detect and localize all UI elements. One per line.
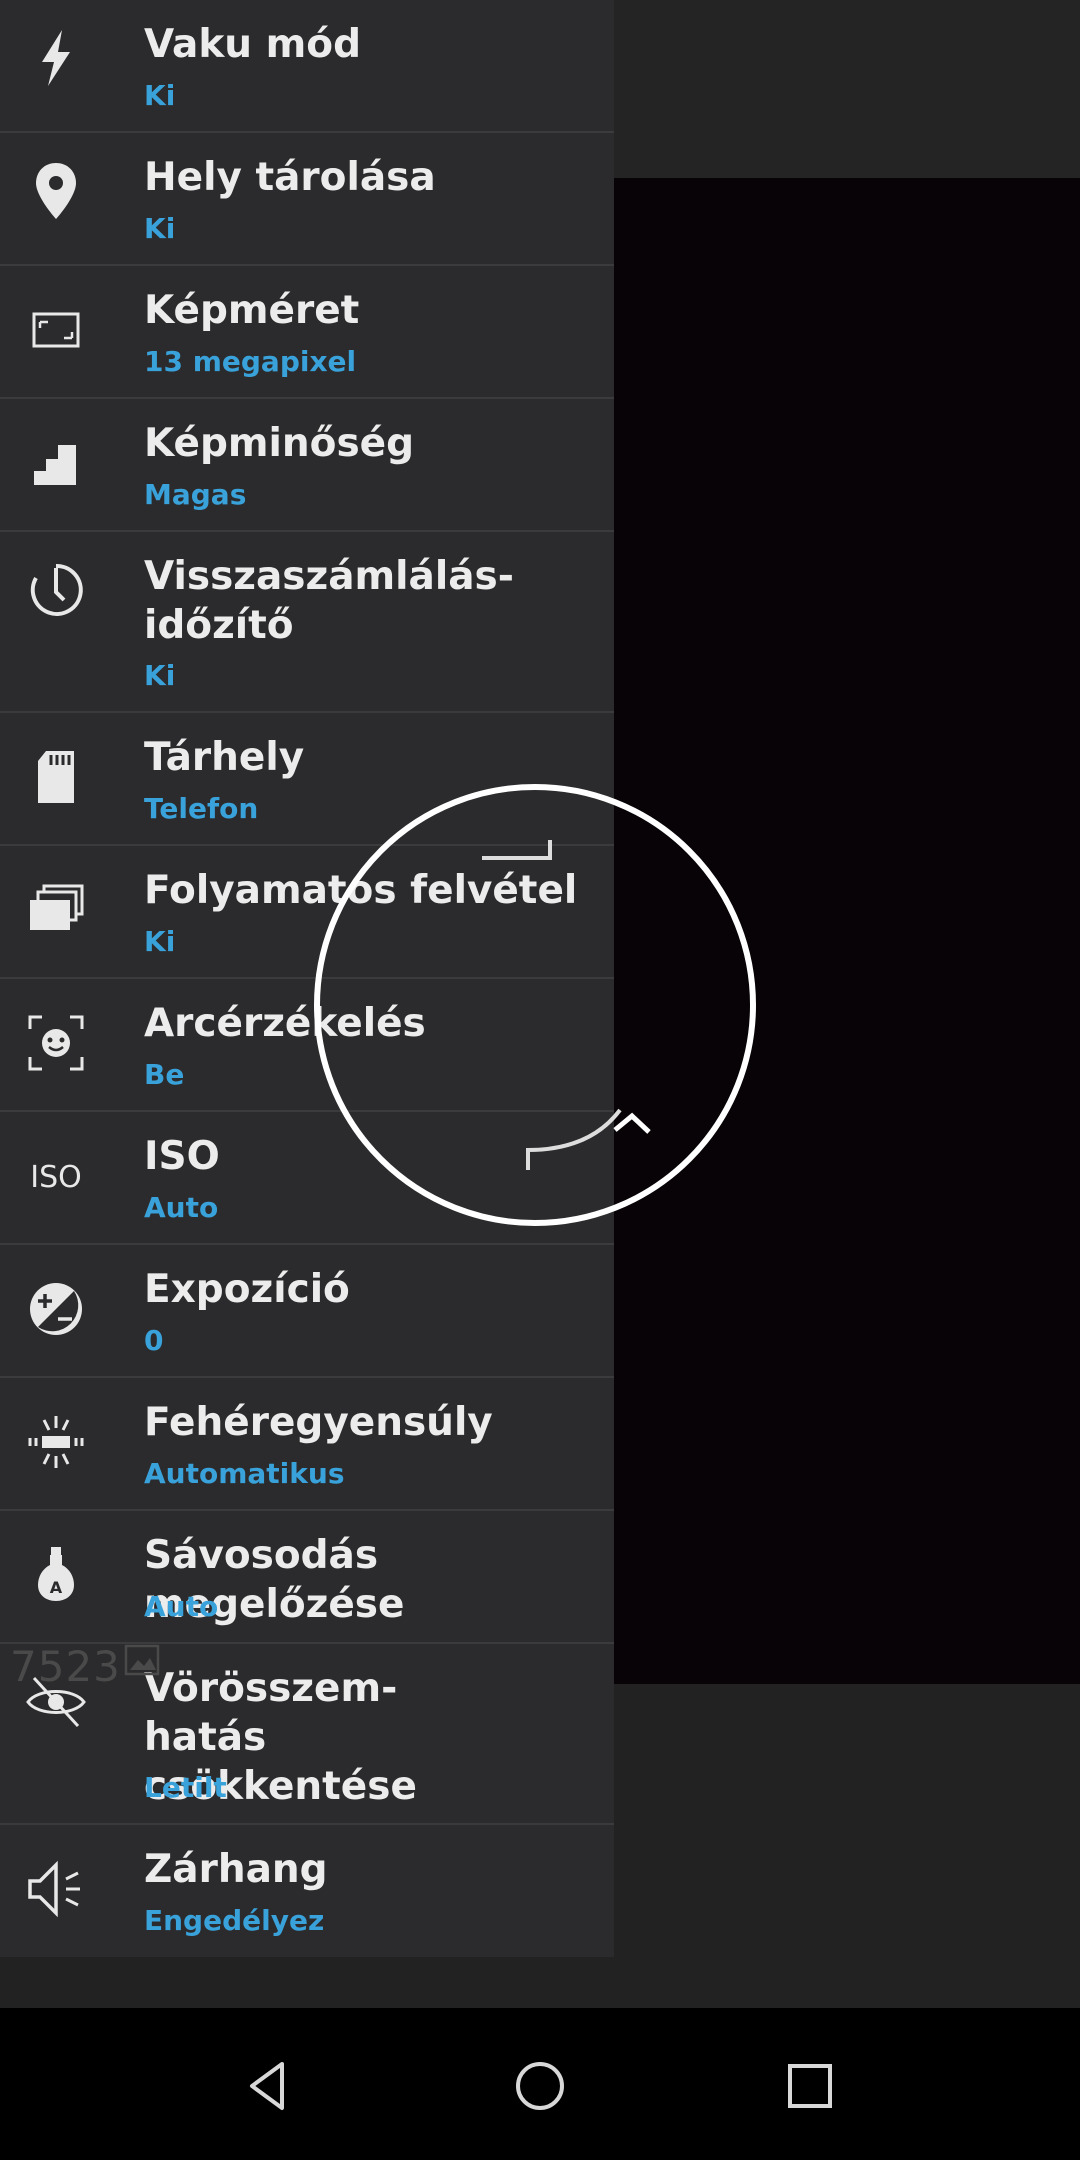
setting-title: Fehéregyensúly [144,1400,493,1445]
home-icon [516,2062,564,2110]
setting-title: Zárhang [144,1847,328,1892]
setting-value: 13 megapixel [144,345,357,378]
setting-value: Ki [144,925,176,958]
white-balance-icon [20,1406,92,1478]
setting-value: Automatikus [144,1457,345,1490]
sd-card-icon [20,741,92,813]
setting-value: Ki [144,212,176,245]
setting-title: Vaku mód [144,22,361,67]
home-button[interactable] [500,2046,580,2126]
setting-value: Be [144,1058,185,1091]
setting-title: Expozíció [144,1267,350,1312]
setting-store-location[interactable]: Hely tárolása Ki [0,133,614,266]
setting-countdown-timer[interactable]: Visszaszámlálás-időzítő Ki [0,532,614,713]
watermark-text: 7523 [10,1642,121,1691]
shutter-sound-icon [20,1853,92,1925]
svg-text:A: A [50,1578,63,1597]
setting-title: Hely tárolása [144,155,436,200]
setting-title: Tárhely [144,735,305,780]
setting-value: Ki [144,659,176,692]
setting-title: Képméret [144,288,360,333]
setting-title: ISO [144,1134,220,1179]
setting-value: Letilt [144,1771,227,1804]
setting-face-detection[interactable]: Arcérzékelés Be [0,979,614,1112]
setting-value: Telefon [144,792,259,825]
setting-iso[interactable]: ISO ISO Auto [0,1112,614,1245]
antibanding-bulb-icon: A [20,1539,92,1611]
setting-title: Képminőség [144,421,415,466]
face-detection-icon [20,1007,92,1079]
setting-picture-size[interactable]: Képméret 13 megapixel [0,266,614,399]
location-pin-icon [20,155,92,227]
setting-value: 0 [144,1324,164,1357]
flash-icon [20,22,92,94]
setting-white-balance[interactable]: Fehéregyensúly Automatikus [0,1378,614,1511]
setting-title: Arcérzékelés [144,1001,426,1046]
picture-size-icon [20,294,92,366]
back-button[interactable] [230,2046,310,2126]
iso-icon: ISO [20,1140,92,1212]
setting-exposure[interactable]: Expozíció 0 [0,1245,614,1378]
exposure-icon [20,1273,92,1345]
continuous-shot-icon [20,874,92,946]
setting-storage[interactable]: Tárhely Telefon [0,713,614,846]
setting-value: Magas [144,478,247,511]
setting-picture-quality[interactable]: Képminőség Magas [0,399,614,532]
gallery-thumbnail-icon [124,1644,160,1676]
back-icon [250,2062,284,2110]
setting-title: Folyamatos felvétel [144,868,578,913]
recents-icon [788,2064,832,2108]
setting-value: Auto [144,1590,219,1623]
recents-button[interactable] [770,2046,850,2126]
setting-shutter-sound[interactable]: Zárhang Engedélyez [0,1825,614,1957]
setting-flash-mode[interactable]: Vaku mód Ki [0,0,614,133]
setting-value: Engedélyez [144,1904,325,1937]
setting-value: Auto [144,1191,219,1224]
countdown-timer-icon [20,554,92,626]
iso-icon-text: ISO [30,1160,82,1195]
setting-title: Visszaszámlálás-időzítő [144,554,514,648]
setting-value: Ki [144,79,176,112]
system-nav-bar [0,2008,1080,2160]
quality-steps-icon [20,427,92,499]
setting-antibanding[interactable]: A Sávosodás megelőzése Auto [0,1511,614,1644]
setting-continuous-shot[interactable]: Folyamatos felvétel Ki [0,846,614,979]
